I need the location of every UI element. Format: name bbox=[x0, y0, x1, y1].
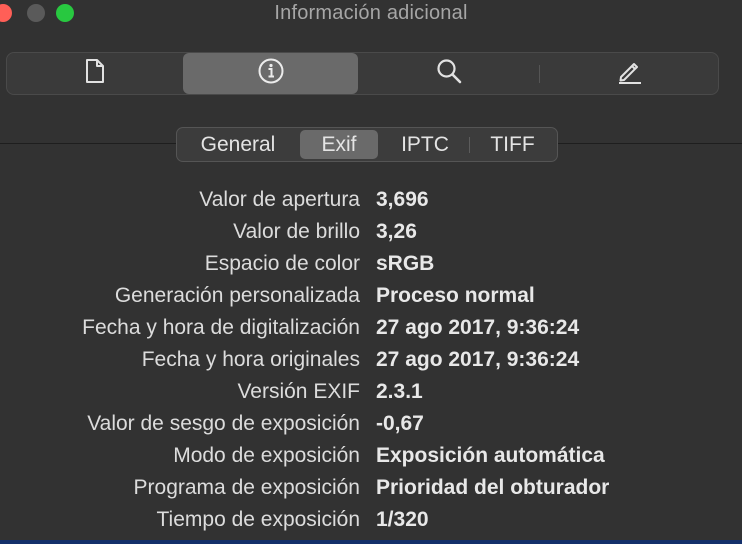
document-tab-button[interactable] bbox=[7, 53, 183, 94]
title-bar[interactable]: Información adicional bbox=[0, 0, 742, 28]
metadata-value: 3,26 bbox=[376, 220, 417, 243]
metadata-key: Versión EXIF bbox=[237, 380, 360, 403]
tab-general[interactable]: General bbox=[179, 130, 297, 159]
metadata-value: 2.3.1 bbox=[376, 380, 423, 403]
search-tab-button[interactable] bbox=[359, 53, 539, 94]
metadata-row: Espacio de color sRGB bbox=[0, 248, 742, 280]
metadata-key: Valor de apertura bbox=[199, 188, 360, 211]
window-title: Información adicional bbox=[274, 2, 468, 24]
inspector-window: Información adicional General Exif IPTC … bbox=[0, 0, 742, 544]
metadata-key: Tiempo de exposición bbox=[156, 508, 361, 531]
metadata-value: 1/320 bbox=[376, 508, 429, 531]
desktop-background-strip bbox=[0, 540, 742, 544]
inspector-toolbar bbox=[6, 52, 719, 95]
metadata-value: 27 ago 2017, 9:36:24 bbox=[376, 316, 580, 339]
metadata-key: Fecha y hora originales bbox=[141, 348, 360, 371]
metadata-row: Programa de exposición Prioridad del obt… bbox=[0, 472, 742, 504]
metadata-row: Fecha y hora de digitalización 27 ago 20… bbox=[0, 312, 742, 344]
metadata-value: Proceso normal bbox=[376, 284, 535, 307]
metadata-key: Espacio de color bbox=[204, 252, 360, 275]
tab-iptc[interactable]: IPTC bbox=[381, 130, 469, 159]
magnifier-icon bbox=[435, 57, 463, 90]
pencil-icon bbox=[616, 57, 644, 90]
info-tab-button[interactable] bbox=[183, 53, 358, 94]
metadata-value: Prioridad del obturador bbox=[376, 476, 610, 499]
metadata-key: Modo de exposición bbox=[173, 444, 360, 467]
metadata-row: Valor de sesgo de exposición -0,67 bbox=[0, 408, 742, 440]
info-icon bbox=[257, 57, 285, 90]
segmented-tabs: General Exif IPTC TIFF bbox=[176, 127, 558, 162]
edit-tab-button[interactable] bbox=[540, 53, 720, 94]
metadata-row: Fecha y hora originales 27 ago 2017, 9:3… bbox=[0, 344, 742, 376]
metadata-row: Generación personalizada Proceso normal bbox=[0, 280, 742, 312]
exif-metadata-list: Valor de apertura 3,696 Valor de brillo … bbox=[0, 184, 742, 536]
metadata-key: Programa de exposición bbox=[133, 476, 360, 499]
metadata-key: Valor de brillo bbox=[233, 220, 360, 243]
metadata-value: Exposición automática bbox=[376, 444, 605, 467]
document-icon bbox=[84, 58, 106, 89]
metadata-row: Modo de exposición Exposición automática bbox=[0, 440, 742, 472]
metadata-row: Valor de brillo 3,26 bbox=[0, 216, 742, 248]
metadata-row: Versión EXIF 2.3.1 bbox=[0, 376, 742, 408]
metadata-row: Valor de apertura 3,696 bbox=[0, 184, 742, 216]
metadata-value: 27 ago 2017, 9:36:24 bbox=[376, 348, 580, 371]
metadata-key: Fecha y hora de digitalización bbox=[82, 316, 360, 339]
metadata-key: Valor de sesgo de exposición bbox=[87, 412, 360, 435]
metadata-value: sRGB bbox=[376, 252, 435, 275]
metadata-value: 3,696 bbox=[376, 188, 429, 211]
metadata-row: Tiempo de exposición 1/320 bbox=[0, 504, 742, 536]
metadata-value: -0,67 bbox=[376, 412, 424, 435]
tab-tiff[interactable]: TIFF bbox=[470, 130, 555, 159]
metadata-key: Generación personalizada bbox=[114, 284, 360, 307]
tab-exif[interactable]: Exif bbox=[300, 130, 378, 159]
